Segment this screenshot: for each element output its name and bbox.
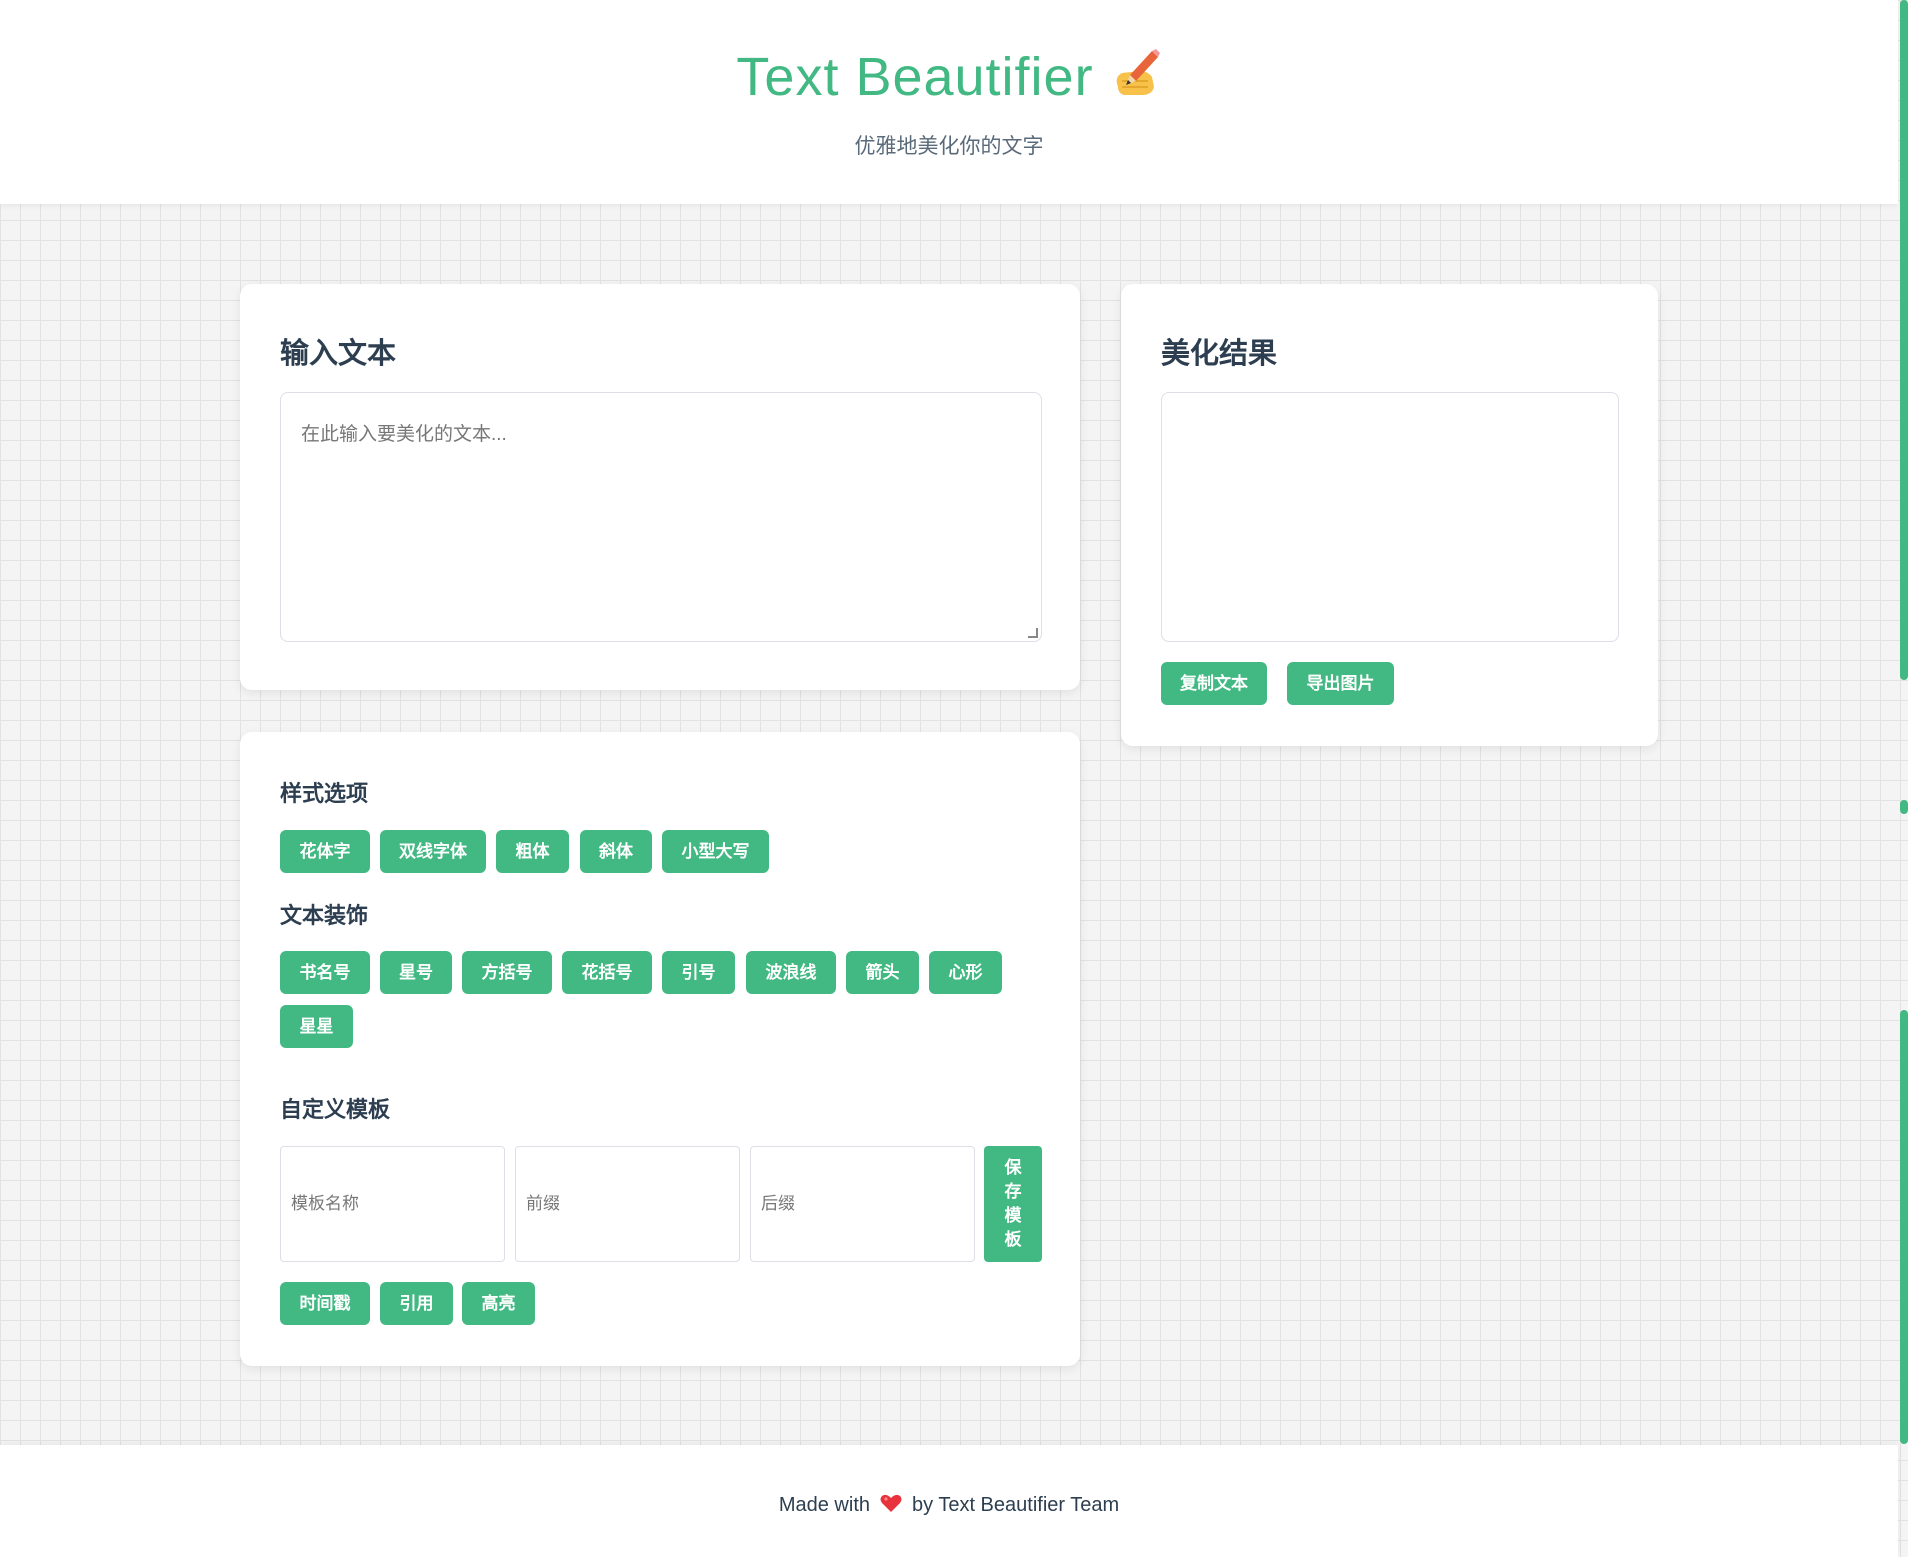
scrollbar-thumb[interactable]: [1900, 0, 1908, 680]
page-footer: Made with by Text Beautifier Team: [0, 1445, 1898, 1557]
scrollbar-marker: [1900, 800, 1908, 814]
template-button-timestamp[interactable]: 时间戳: [280, 1282, 370, 1325]
decor-button-wavy[interactable]: 波浪线: [746, 951, 836, 994]
scrollbar-segment: [1900, 1010, 1908, 1444]
decor-button-quotes[interactable]: 引号: [662, 951, 735, 994]
footer-text-before: Made with: [778, 1494, 870, 1516]
decor-button-braces[interactable]: 花括号: [562, 951, 652, 994]
page-scrollbar[interactable]: [1898, 0, 1908, 1557]
template-name-input[interactable]: [280, 1146, 505, 1262]
app-subtitle: 优雅地美化你的文字: [854, 135, 1044, 158]
options-card: 样式选项 花体字 双线字体 粗体 斜体 小型大写 文本装饰 书名号 星号 方括号…: [240, 732, 1080, 1366]
style-button-bold[interactable]: 粗体: [496, 830, 569, 873]
app-title: Text Beautifier: [0, 46, 1898, 112]
decor-button-book-title[interactable]: 书名号: [280, 951, 370, 994]
footer-text-after: by Text Beautifier Team: [912, 1494, 1120, 1516]
app-header: Text Beautifier 优雅地美化你的文字: [0, 0, 1898, 204]
output-card: 美化结果 复制文本 导出图片: [1121, 284, 1658, 746]
output-heading: 美化结果: [1161, 338, 1278, 370]
app-title-text: Text Beautifier: [736, 47, 1094, 107]
copy-text-button[interactable]: 复制文本: [1161, 662, 1267, 705]
style-button-fancy[interactable]: 花体字: [280, 830, 370, 873]
export-image-button[interactable]: 导出图片: [1287, 662, 1394, 705]
text-decoration-heading: 文本装饰: [280, 903, 369, 928]
custom-template-heading: 自定义模板: [280, 1097, 391, 1122]
template-button-quote[interactable]: 引用: [380, 1282, 453, 1325]
decor-button-asterisk[interactable]: 星号: [380, 951, 452, 994]
template-button-highlight[interactable]: 高亮: [462, 1282, 535, 1325]
result-display: [1161, 392, 1619, 642]
decor-button-arrow[interactable]: 箭头: [846, 951, 919, 994]
style-button-italic[interactable]: 斜体: [580, 830, 652, 873]
style-button-double-struck[interactable]: 双线字体: [380, 830, 486, 873]
heart-icon: [880, 1493, 902, 1519]
save-template-button[interactable]: 保存模板: [984, 1146, 1042, 1262]
style-button-small-caps[interactable]: 小型大写: [662, 830, 769, 873]
footer-credit: Made with by Text Beautifier Team: [0, 1493, 1898, 1519]
decor-button-stars[interactable]: 星星: [280, 1005, 353, 1048]
input-card: 输入文本: [240, 284, 1080, 690]
decor-button-brackets[interactable]: 方括号: [462, 951, 552, 994]
style-options-heading: 样式选项: [280, 781, 369, 806]
prefix-input[interactable]: [515, 1146, 740, 1262]
suffix-input[interactable]: [750, 1146, 975, 1262]
resize-handle[interactable]: [1028, 628, 1038, 638]
decor-button-heart[interactable]: 心形: [929, 951, 1002, 994]
input-textarea[interactable]: [280, 392, 1042, 642]
input-heading: 输入文本: [280, 338, 397, 370]
writing-hand-icon: [1108, 47, 1162, 112]
